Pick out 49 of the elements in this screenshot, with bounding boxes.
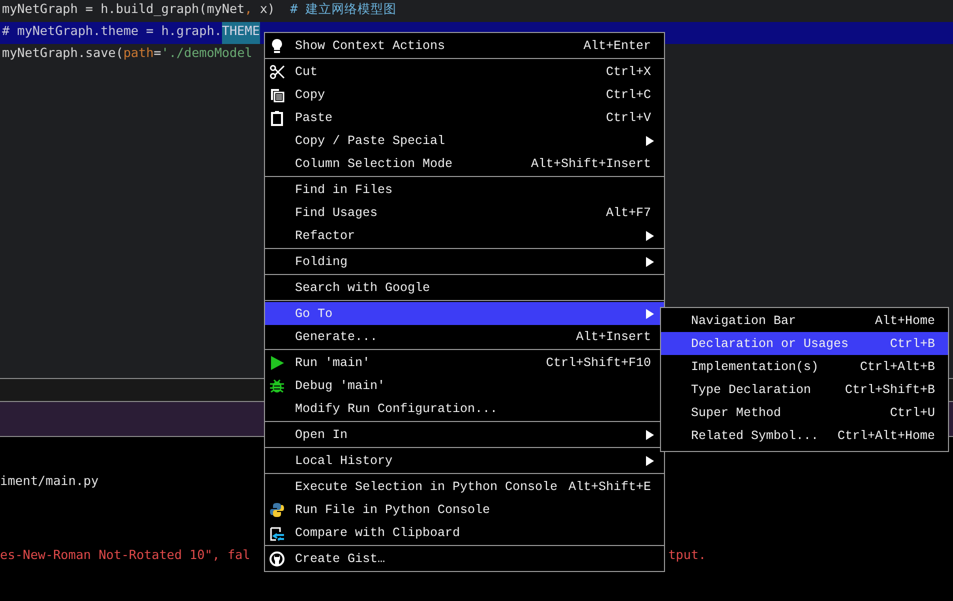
menu-item[interactable]: Compare with Clipboard <box>265 521 664 544</box>
code-text: myNetGraph = h.build_graph(myNet <box>2 0 245 18</box>
scissors-icon <box>269 64 285 80</box>
menu-item[interactable]: Column Selection Mode Alt+Shift+Insert <box>265 152 664 175</box>
menu-item[interactable]: Paste Ctrl+V <box>265 106 664 129</box>
menu-item[interactable]: Run 'main' Ctrl+Shift+F10 <box>265 351 664 374</box>
console-text: iment/main.py <box>0 472 99 490</box>
menu-item[interactable]: Super Method Ctrl+U <box>661 401 948 424</box>
menu-item[interactable]: Cut Ctrl+X <box>265 60 664 83</box>
error-text: es-New-Roman Not-Rotated 10", fal <box>0 546 250 564</box>
menu-item[interactable]: Generate... Alt+Insert <box>265 325 664 348</box>
code-text: myNetGraph.save( <box>2 44 124 62</box>
copy-icon <box>269 86 285 102</box>
menu-item[interactable]: Local History <box>265 449 664 472</box>
menu-item[interactable]: Find in Files <box>265 178 664 201</box>
code-text: # myNetGraph.theme = h.graph. <box>2 22 222 40</box>
menu-item[interactable]: Find Usages Alt+F7 <box>265 201 664 224</box>
bulb-icon <box>269 38 285 54</box>
search-match: THEME <box>222 22 260 44</box>
clipboard-icon <box>269 110 285 126</box>
code-text: path <box>123 44 154 62</box>
python-icon <box>269 502 285 518</box>
menu-item[interactable]: Declaration or Usages Ctrl+B <box>661 332 948 355</box>
menu-item[interactable]: Go To <box>265 302 664 325</box>
code-text: # 建立网络模型图 <box>290 0 396 18</box>
menu-item[interactable]: Copy Ctrl+C <box>265 83 664 106</box>
code-text: x) <box>258 0 276 18</box>
menu-item[interactable]: Show Context Actions Alt+Enter <box>265 34 664 57</box>
code-text: , <box>244 0 252 18</box>
menu-item[interactable]: Related Symbol... Ctrl+Alt+Home <box>661 424 948 447</box>
menu-item[interactable]: Debug 'main' <box>265 374 664 397</box>
menu-item[interactable]: Refactor <box>265 224 664 247</box>
menu-item[interactable]: Run File in Python Console <box>265 498 664 521</box>
menu-item[interactable]: Implementation(s) Ctrl+Alt+B <box>661 355 948 378</box>
menu-item[interactable]: Navigation Bar Alt+Home <box>661 309 948 332</box>
menu-item[interactable]: Create Gist… <box>265 547 664 570</box>
menu-item[interactable]: Copy / Paste Special <box>265 129 664 152</box>
code-text: './demoModel <box>161 44 252 62</box>
menu-item[interactable]: Folding <box>265 250 664 273</box>
bug-icon <box>269 378 285 394</box>
menu-item[interactable]: Type Declaration Ctrl+Shift+B <box>661 378 948 401</box>
code-text: = <box>154 44 162 62</box>
menu-item[interactable]: Modify Run Configuration... <box>265 397 664 420</box>
play-icon <box>269 354 285 370</box>
compare-icon <box>269 524 285 540</box>
menu-item[interactable]: Execute Selection in Python Console Alt+Shift+E <box>265 475 664 498</box>
menu-item[interactable]: Search with Google <box>265 276 664 299</box>
error-text: tput. <box>668 546 706 564</box>
menu-item[interactable]: Open In <box>265 423 664 446</box>
